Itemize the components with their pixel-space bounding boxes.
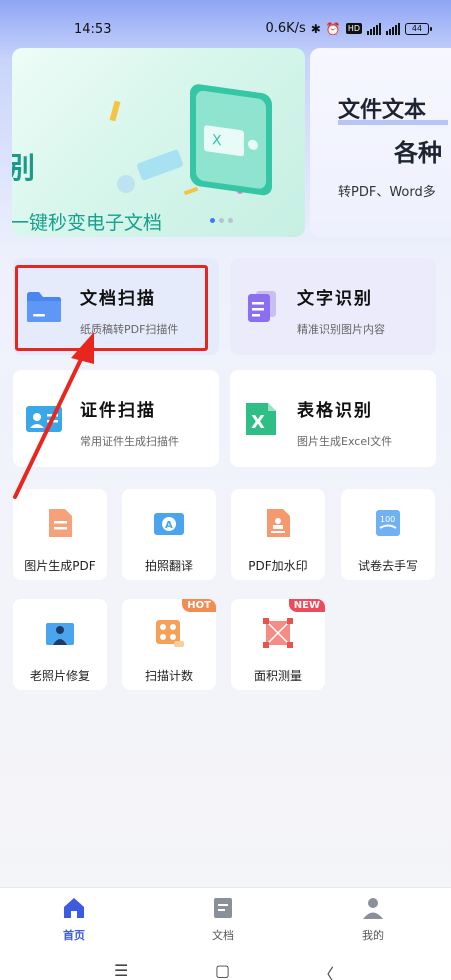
pagination-dot xyxy=(219,218,224,223)
svg-text:100: 100 xyxy=(380,515,395,524)
photo-translate-icon: A xyxy=(154,513,184,535)
pagination-dot xyxy=(228,218,233,223)
text-recognition-card[interactable]: 文字识别 精准识别图片内容 xyxy=(230,258,436,355)
card-desc: 常用证件生成扫描件 xyxy=(80,435,179,448)
status-time: 14:53 xyxy=(74,22,112,37)
id-scan-card[interactable]: 证件扫描 常用证件生成扫描件 xyxy=(13,370,219,467)
tool-label: 面积测量 xyxy=(253,669,302,683)
bluetooth-icon: ✱ xyxy=(310,21,321,36)
highlight-box xyxy=(15,265,208,351)
tool-area-measure[interactable]: NEW 面积测量 xyxy=(231,599,325,690)
banner2-title: 文件文本 xyxy=(338,97,427,123)
svg-text:X: X xyxy=(212,132,222,149)
status-bar: 14:53 0.6K/s ✱ ⏰ HD 44 xyxy=(0,0,451,40)
promo-banner-next[interactable]: 文件文本 各种 转PDF、Word多 xyxy=(310,48,451,237)
banner-pagination xyxy=(210,218,233,223)
svg-text:A: A xyxy=(165,520,173,531)
signal2-icon xyxy=(386,22,400,35)
pdf-watermark-icon xyxy=(267,509,290,537)
network-speed: 0.6K/s xyxy=(265,21,306,36)
menu-icon[interactable]: ☰ xyxy=(114,961,128,980)
tool-label: 图片生成PDF xyxy=(24,559,96,573)
card-title: 证件扫描 xyxy=(80,401,156,421)
battery-icon: 44 xyxy=(405,22,432,35)
svg-text:X: X xyxy=(251,412,265,433)
tool-image-to-pdf[interactable]: 图片生成PDF xyxy=(13,489,107,580)
tool-remove-handwriting[interactable]: 100 试卷去手写 xyxy=(341,489,435,580)
system-nav-bar: ☰ ▢ 〈 xyxy=(0,941,451,980)
nav-profile[interactable]: 我的 xyxy=(343,896,403,943)
tool-scan-count[interactable]: HOT 扫描计数 xyxy=(122,599,216,690)
alarm-icon: ⏰ xyxy=(325,21,341,36)
tool-label: 试卷去手写 xyxy=(357,559,418,573)
signal-icon xyxy=(367,22,381,35)
card-title: 表格识别 xyxy=(297,401,373,421)
id-card-icon xyxy=(26,406,62,432)
nav-documents[interactable]: 文档 xyxy=(193,896,253,943)
home-icon xyxy=(64,898,84,918)
image-to-pdf-icon xyxy=(49,509,72,537)
back-icon[interactable]: 〈 xyxy=(318,961,334,980)
pagination-dot-active xyxy=(210,218,215,223)
tool-photo-translate[interactable]: A 拍照翻译 xyxy=(122,489,216,580)
card-title: 文字识别 xyxy=(297,289,373,309)
remove-handwriting-icon: 100 xyxy=(376,510,400,536)
status-icons: 0.6K/s ✱ ⏰ HD 44 xyxy=(265,21,432,36)
tool-label: 老照片修复 xyxy=(29,669,90,683)
banner2-title-2: 各种 xyxy=(394,138,442,167)
table-recognition-card[interactable]: X 表格识别 图片生成Excel文件 xyxy=(230,370,436,467)
tool-label: PDF加水印 xyxy=(248,559,308,573)
tool-label: 扫描计数 xyxy=(144,669,193,683)
banner-title: 别 xyxy=(12,151,36,185)
tool-photo-restore[interactable]: 老照片修复 xyxy=(13,599,107,690)
document-icon xyxy=(214,898,232,918)
banner2-subtitle: 转PDF、Word多 xyxy=(338,185,436,200)
hot-badge: HOT xyxy=(182,599,216,612)
nav-home[interactable]: 首页 xyxy=(44,896,104,943)
tool-pdf-watermark[interactable]: PDF加水印 xyxy=(231,489,325,580)
excel-icon: X xyxy=(246,403,276,435)
card-desc: 精准识别图片内容 xyxy=(297,323,385,336)
photo-restore-icon xyxy=(46,623,74,645)
home-button-icon[interactable]: ▢ xyxy=(215,961,230,980)
text-doc-icon xyxy=(248,291,276,322)
banner-subtitle: 一键秒变电子文档 xyxy=(12,212,163,234)
hd-icon: HD xyxy=(345,23,362,34)
area-measure-icon xyxy=(263,618,293,648)
scan-count-icon xyxy=(156,620,184,647)
tool-label: 拍照翻译 xyxy=(144,559,193,573)
new-badge: NEW xyxy=(288,599,325,612)
promo-banner[interactable]: X 别 一键秒变电子文档 xyxy=(12,48,305,237)
profile-icon xyxy=(363,898,383,919)
bottom-nav: 首页 文档 我的 xyxy=(0,887,451,943)
card-desc: 图片生成Excel文件 xyxy=(297,435,393,448)
